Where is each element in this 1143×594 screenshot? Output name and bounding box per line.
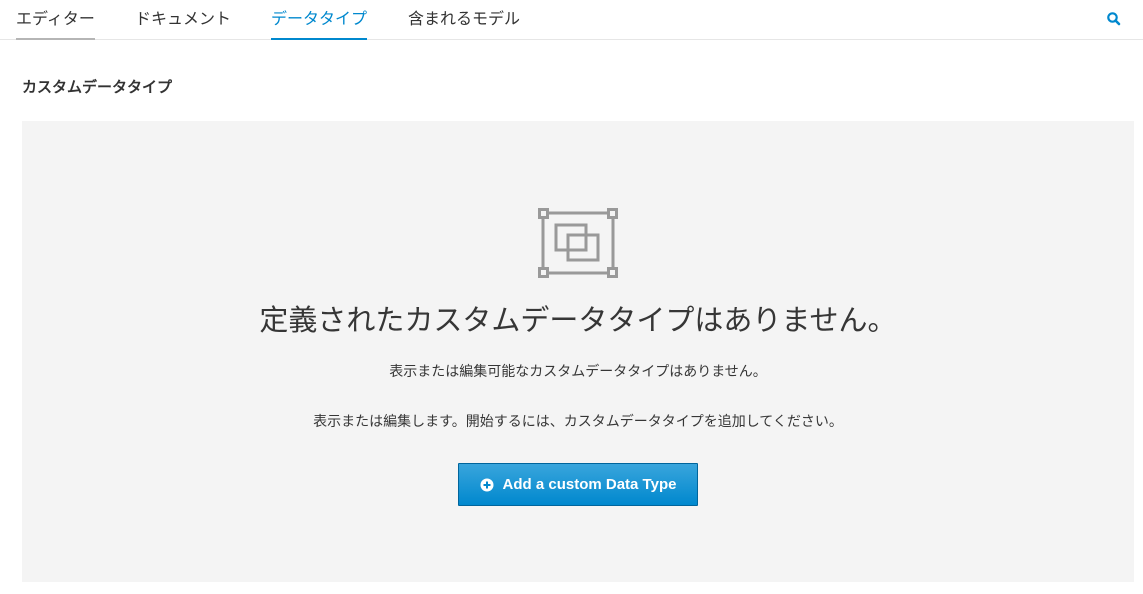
empty-state-title: 定義されたカスタムデータタイプはありません。 [259,303,897,337]
tab-documentation[interactable]: ドキュメント [135,0,231,40]
tab-editor[interactable]: エディター [16,0,95,40]
empty-state-panel: 定義されたカスタムデータタイプはありません。 表示または編集可能なカスタムデータ… [22,121,1134,582]
empty-state-instructions: 表示または編集します。開始するには、カスタムデータタイプを追加してください。 [313,414,843,430]
tab-bar: エディター ドキュメント データタイプ 含まれるモデル [0,0,1143,40]
tab-data-types[interactable]: データタイプ [271,0,368,40]
empty-state-description: 表示または編集可能なカスタムデータタイプはありません。 [389,364,767,380]
tab-included-models[interactable]: 含まれるモデル [408,0,520,40]
section-title: カスタムデータタイプ [22,78,173,96]
add-custom-data-type-button[interactable]: Add a custom Data Type [458,463,698,506]
add-custom-data-type-label: Add a custom Data Type [502,476,677,493]
search-icon[interactable] [1105,10,1123,28]
plus-circle-icon [480,478,494,492]
object-group-icon [538,208,618,278]
